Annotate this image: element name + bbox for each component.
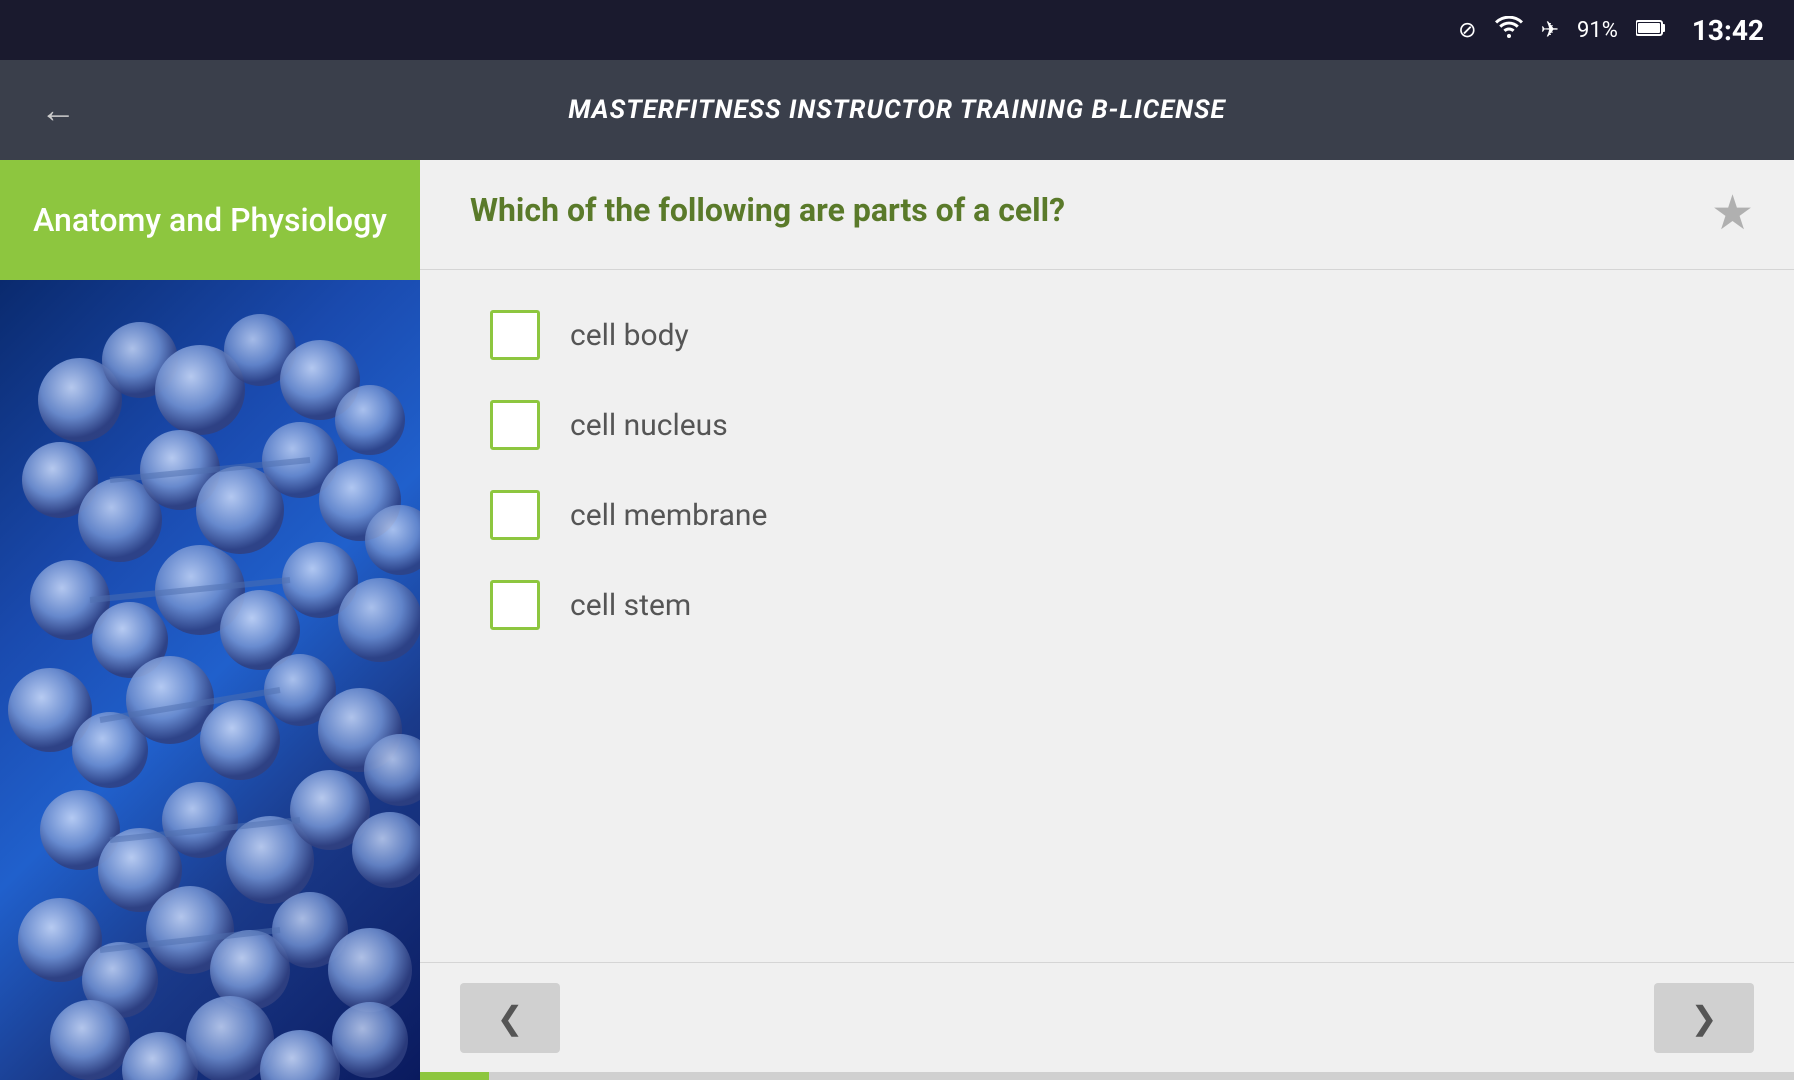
option-label-cell-nucleus: cell nucleus xyxy=(570,408,728,443)
back-button[interactable]: ← xyxy=(40,89,76,131)
checkbox-cell-nucleus[interactable] xyxy=(490,400,540,450)
prev-button[interactable]: ❮ xyxy=(460,983,560,1053)
option-label-cell-body: cell body xyxy=(570,318,689,353)
checkbox-cell-stem[interactable] xyxy=(490,580,540,630)
checkbox-cell-membrane[interactable] xyxy=(490,490,540,540)
favorite-button[interactable]: ★ xyxy=(1711,190,1754,238)
status-time: 13:42 xyxy=(1692,14,1764,47)
progress-bar-fill xyxy=(420,1072,489,1080)
airplane-icon: ✈ xyxy=(1541,18,1559,43)
main-content: Anatomy and Physiology xyxy=(0,160,1794,1080)
dna-image xyxy=(0,280,420,1080)
category-header: Anatomy and Physiology xyxy=(0,160,420,280)
options-area: cell body cell nucleus cell membrane cel… xyxy=(420,270,1794,962)
app-title: MASTERFITNESS INSTRUCTOR TRAINING B-LICE… xyxy=(568,95,1225,125)
app-bar: ← MASTERFITNESS INSTRUCTOR TRAINING B-LI… xyxy=(0,60,1794,160)
option-row[interactable]: cell body xyxy=(480,290,1734,380)
navigation-area: ❮ ❯ xyxy=(420,962,1794,1072)
question-text: Which of the following are parts of a ce… xyxy=(470,190,1691,232)
left-panel: Anatomy and Physiology xyxy=(0,160,420,1080)
battery-percentage: 91% xyxy=(1577,18,1618,43)
right-panel: Which of the following are parts of a ce… xyxy=(420,160,1794,1080)
option-row[interactable]: cell membrane xyxy=(480,470,1734,560)
status-bar: ⊘ ✈ 91% 13:42 xyxy=(0,0,1794,60)
category-title: Anatomy and Physiology xyxy=(33,201,387,239)
checkbox-cell-body[interactable] xyxy=(490,310,540,360)
wifi-icon xyxy=(1495,16,1523,44)
option-row[interactable]: cell stem xyxy=(480,560,1734,650)
option-row[interactable]: cell nucleus xyxy=(480,380,1734,470)
battery-icon xyxy=(1636,18,1666,43)
next-button[interactable]: ❯ xyxy=(1654,983,1754,1053)
progress-bar-container xyxy=(420,1072,1794,1080)
option-label-cell-membrane: cell membrane xyxy=(570,498,767,533)
question-area: Which of the following are parts of a ce… xyxy=(420,160,1794,270)
option-label-cell-stem: cell stem xyxy=(570,588,691,623)
do-not-disturb-icon: ⊘ xyxy=(1458,18,1476,43)
